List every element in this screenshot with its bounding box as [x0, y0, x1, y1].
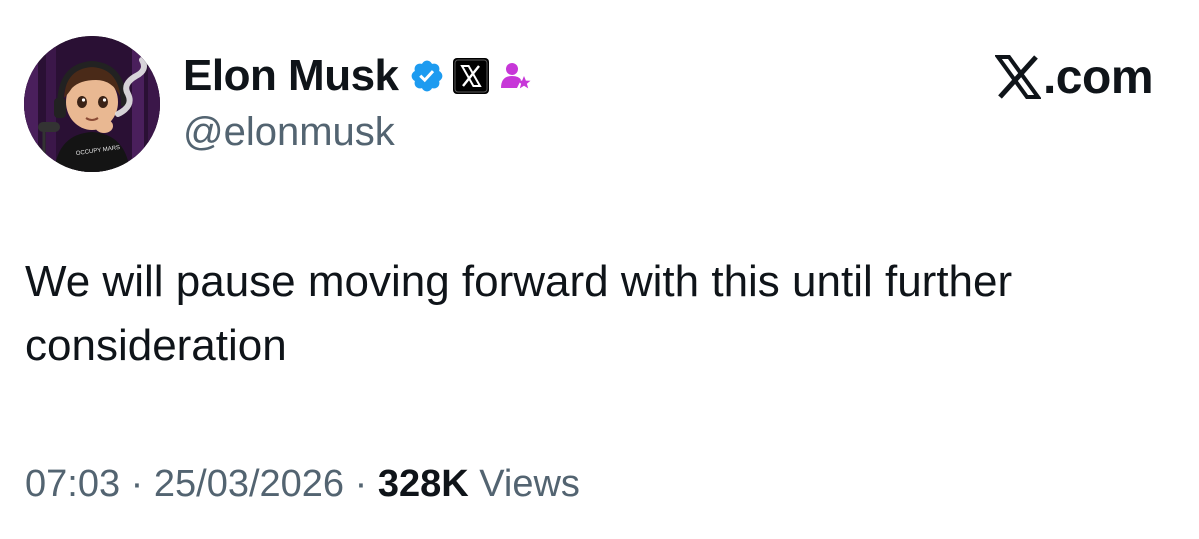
- avatar[interactable]: OCCUPY MARS: [24, 36, 160, 172]
- views-count: 328K: [377, 463, 469, 505]
- site-logo-suffix: .com: [1042, 50, 1154, 104]
- tweet-date[interactable]: 25/03/2026: [154, 463, 344, 505]
- tweet-time[interactable]: 07:03: [25, 463, 120, 505]
- user-star-icon: [497, 58, 533, 94]
- tweet-text: We will pause moving forward with this u…: [25, 257, 1013, 370]
- meta-separator: ·: [354, 463, 368, 505]
- site-logo: .com: [994, 50, 1154, 104]
- tweet-meta: 07:03 · 25/03/2026 · 328K Views: [25, 458, 580, 510]
- views-label: Views: [479, 463, 580, 505]
- verified-checkmark-icon: [409, 58, 445, 94]
- author-name-row: Elon Musk: [183, 50, 533, 102]
- meta-separator: ·: [130, 463, 144, 505]
- x-logo-icon: [994, 55, 1041, 99]
- author-handle[interactable]: @elonmusk: [183, 108, 395, 156]
- author-display-name[interactable]: Elon Musk: [183, 50, 399, 102]
- x-logo-icon[interactable]: [452, 58, 489, 94]
- tweet-card: OCCUPY MARS Elon Musk @elonmusk .com We …: [0, 0, 1199, 539]
